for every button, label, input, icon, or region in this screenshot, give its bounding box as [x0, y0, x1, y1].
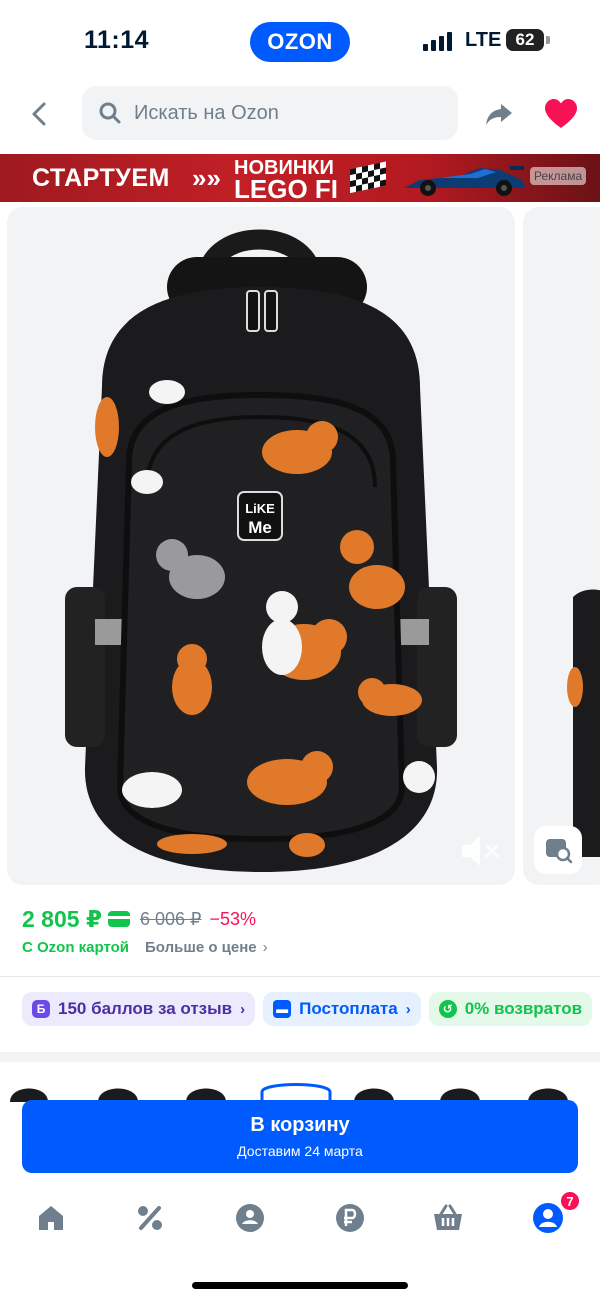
- ruble-icon[interactable]: [334, 1202, 366, 1234]
- battery-indicator: 62: [506, 29, 544, 51]
- current-price: 2 805 ₽: [22, 905, 102, 932]
- chevron-right-icon: ›: [405, 1000, 411, 1018]
- mute-speaker-icon[interactable]: [456, 830, 504, 872]
- brand-logo-text-1: LiKE: [245, 501, 275, 516]
- search-input[interactable]: Искать на Ozon: [82, 86, 458, 140]
- reward-points-label: 150 баллов за отзыв: [58, 999, 233, 1018]
- product-image-gallery[interactable]: LiKE Me: [7, 207, 515, 885]
- back-arrow-icon[interactable]: [24, 98, 56, 130]
- backpack-product-image: LiKE Me: [65, 229, 457, 872]
- add-to-cart-button[interactable]: В корзину Доставим 24 марта: [22, 1100, 578, 1173]
- network-type: LTE: [465, 29, 502, 51]
- visual-search-button[interactable]: [534, 826, 582, 874]
- brand-logo-text-2: Me: [248, 518, 272, 537]
- price-details-row: С Ozon картой Больше о цене ›: [22, 936, 268, 958]
- top-navigation: Искать на Ozon: [0, 84, 600, 148]
- ozon-logo: OZON: [250, 22, 350, 62]
- discount-badge: −53%: [209, 908, 256, 929]
- returns-chip[interactable]: ↺ 0% возвратов: [428, 992, 593, 1026]
- reward-points-chip[interactable]: Б 150 баллов за отзыв ›: [22, 992, 256, 1026]
- postpay-chip[interactable]: ▬ Постоплата ›: [263, 992, 421, 1026]
- return-arrow-icon: ↺: [438, 1000, 457, 1018]
- divider: [0, 976, 600, 977]
- share-icon[interactable]: [483, 98, 515, 130]
- delivery-date-label: Доставим 24 марта: [237, 1143, 363, 1159]
- bottom-tab-bar: [0, 1188, 600, 1252]
- catalog-icon[interactable]: [234, 1202, 266, 1234]
- postpay-label: Постоплата: [299, 999, 398, 1018]
- next-image-preview: [567, 589, 600, 857]
- points-icon: Б: [32, 1000, 50, 1018]
- banner-headline: СТАРТУЕМ: [32, 164, 170, 192]
- ad-label: Реклама: [530, 167, 587, 185]
- ad-banner[interactable]: СТАРТУЕМ »» НОВИНКИ LEGO FI Реклама: [0, 154, 600, 202]
- benefit-chips: Б 150 баллов за отзыв › ▬ Постоплата › ↺…: [22, 992, 593, 1026]
- signal-icon: [423, 32, 452, 51]
- status-bar: 11:14 OZON LTE 62: [0, 0, 600, 84]
- variant-thumbnails[interactable]: [0, 1062, 600, 1102]
- section-separator: [0, 1052, 600, 1062]
- banner-lego-label: LEGO FI: [234, 174, 338, 202]
- ozon-card-note: С Ozon картой: [22, 938, 130, 956]
- chevron-right-icon: ›: [240, 1000, 246, 1018]
- banner-arrows: »»: [192, 163, 221, 193]
- image-search-icon: [546, 839, 573, 864]
- home-icon[interactable]: [35, 1202, 67, 1234]
- next-gallery-image[interactable]: [523, 207, 600, 885]
- add-to-cart-label: В корзину: [250, 1114, 350, 1136]
- chevron-right-icon: ›: [262, 938, 268, 956]
- basket-icon[interactable]: [432, 1202, 464, 1234]
- favorite-heart-icon[interactable]: [544, 98, 578, 130]
- search-icon: [99, 102, 121, 124]
- profile-notification-badge: 7: [559, 1190, 581, 1212]
- race-car-image: [404, 166, 526, 196]
- returns-label: 0% возвратов: [464, 999, 583, 1018]
- status-time: 11:14: [84, 26, 150, 54]
- checkered-flag-icon: [350, 161, 386, 194]
- home-indicator: [192, 1282, 408, 1289]
- old-price: 6 006 ₽: [139, 908, 202, 929]
- postpay-card-icon: ▬: [273, 1000, 292, 1018]
- battery-tip: [546, 36, 550, 44]
- percent-icon[interactable]: [134, 1202, 166, 1234]
- search-placeholder: Искать на Ozon: [134, 101, 279, 124]
- price-row: 2 805 ₽ 6 006 ₽ −53%: [22, 902, 256, 936]
- ozon-card-icon: [107, 911, 130, 927]
- more-about-price-link[interactable]: Больше о цене: [145, 939, 257, 956]
- profile-icon[interactable]: [532, 1202, 564, 1234]
